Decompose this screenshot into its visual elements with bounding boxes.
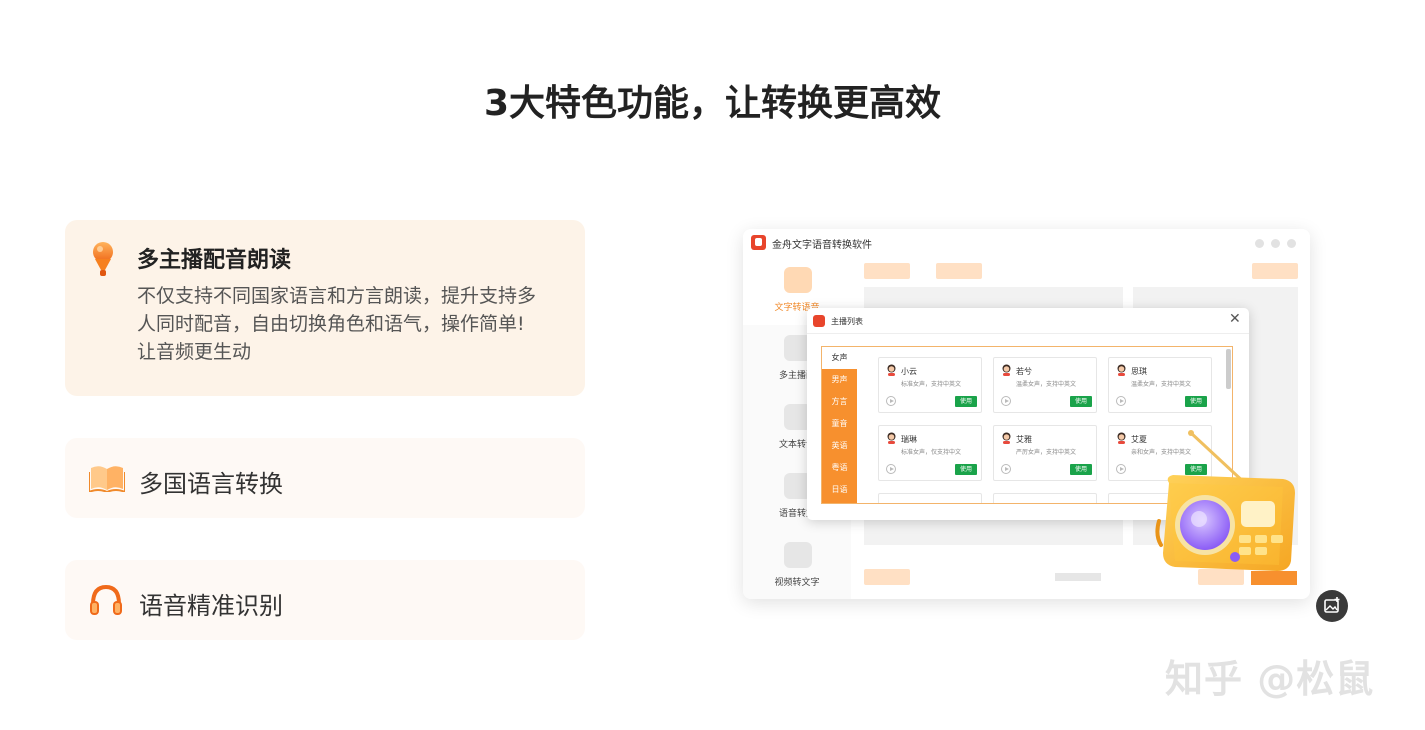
avatar-icon: [887, 364, 896, 376]
voice-name: 思琪: [1131, 367, 1147, 376]
app-logo-icon: [751, 235, 766, 250]
tab-dialect[interactable]: 方言: [822, 391, 857, 413]
app-logo-icon: [813, 315, 825, 327]
placeholder-button: [1252, 263, 1298, 279]
avatar-icon: [1117, 432, 1126, 444]
voice-card[interactable]: 瑞琳 标准女声，仅支持中文 使用: [878, 425, 982, 481]
voice-card[interactable]: 思琪 温柔女声，支持中英文 使用: [1108, 357, 1212, 413]
tab-male[interactable]: 男声: [822, 369, 857, 391]
voice-description: 温柔女声，支持中英文: [1131, 381, 1192, 388]
close-icon[interactable]: ✕: [1229, 311, 1241, 327]
image-icon: [1324, 597, 1340, 613]
play-icon[interactable]: [886, 396, 896, 406]
use-button[interactable]: 使用: [1070, 464, 1092, 475]
voice-description: 标准女声，仅支持中文: [901, 449, 962, 456]
book-icon: [89, 466, 125, 492]
avatar-icon: [1002, 364, 1011, 376]
voice-card[interactable]: 小云 标准女声，支持中英文 使用: [878, 357, 982, 413]
feature-title: 多国语言转换: [139, 470, 283, 498]
avatar-icon: [887, 432, 896, 444]
tab-english[interactable]: 英语: [822, 435, 857, 457]
headphones-icon: [90, 584, 122, 615]
play-icon[interactable]: [1116, 396, 1126, 406]
voice-card[interactable]: [878, 493, 982, 503]
page-title: 3大特色功能，让转换更高效: [483, 83, 942, 124]
feature-title: 语音精准识别: [139, 592, 283, 620]
sidebar-icon: [784, 542, 812, 568]
play-icon[interactable]: [886, 464, 896, 474]
microphone-icon: [93, 242, 113, 276]
minimize-button[interactable]: [1255, 239, 1264, 248]
play-icon[interactable]: [1116, 464, 1126, 474]
watermark: 知乎 @松鼠: [1165, 657, 1375, 701]
scrollbar[interactable]: [1226, 349, 1231, 389]
use-button[interactable]: 使用: [1185, 396, 1207, 407]
voice-name: 艾夏: [1131, 435, 1147, 444]
use-button[interactable]: 使用: [1070, 396, 1092, 407]
feature-description: 不仅支持不同国家语言和方言朗读，提升支持多人同时配音，自由切换角色和语气，操作简…: [137, 285, 537, 363]
placeholder-button: [864, 569, 910, 585]
sidebar-icon: [784, 267, 812, 293]
radio-icon: [1155, 430, 1297, 585]
tab-child[interactable]: 童音: [822, 413, 857, 435]
voice-description: 温柔女声，支持中英文: [1016, 381, 1077, 388]
close-button[interactable]: [1287, 239, 1296, 248]
image-expand-button[interactable]: [1316, 590, 1348, 622]
voice-card[interactable]: 若兮 温柔女声，支持中英文 使用: [993, 357, 1097, 413]
tab-japanese[interactable]: 日语: [822, 479, 857, 501]
dialog-title: 主播列表: [831, 317, 863, 326]
voice-description: 严厉女声，支持中英文: [1016, 449, 1077, 456]
placeholder-bar: [1055, 573, 1101, 581]
avatar-icon: [1002, 432, 1011, 444]
tab-cantonese[interactable]: 粤语: [822, 457, 857, 479]
feature-card-multi-language[interactable]: 多国语言转换: [65, 438, 585, 518]
sidebar-item-label: 视频转文字: [774, 578, 820, 588]
tab-more: [822, 501, 857, 503]
voice-card[interactable]: [993, 493, 1097, 503]
use-button[interactable]: 使用: [955, 396, 977, 407]
voice-description: 标准女声，支持中英文: [901, 381, 962, 388]
feature-card-speech-recognition[interactable]: 语音精准识别: [65, 560, 585, 640]
voice-name: 瑞琳: [901, 435, 917, 444]
voice-card[interactable]: 艾雅 严厉女声，支持中英文 使用: [993, 425, 1097, 481]
placeholder-button: [936, 263, 982, 279]
use-button[interactable]: 使用: [955, 464, 977, 475]
page: 3大特色功能，让转换更高效 多主播配音朗读 不仅支持不同国家语言和方言朗读，提升…: [0, 0, 1425, 730]
placeholder-button: [864, 263, 910, 279]
play-icon[interactable]: [1001, 464, 1011, 474]
app-titlebar: 金舟文字语音转换软件: [743, 229, 1310, 257]
tab-female[interactable]: 女声: [822, 347, 857, 369]
voice-name: 艾雅: [1016, 435, 1032, 444]
play-icon[interactable]: [1001, 396, 1011, 406]
divider: [807, 333, 1249, 334]
sidebar-item-video-to-text[interactable]: 视频转文字: [743, 532, 851, 599]
app-title: 金舟文字语音转换软件: [772, 240, 872, 251]
feature-card-multi-voice[interactable]: 多主播配音朗读 不仅支持不同国家语言和方言朗读，提升支持多人同时配音，自由切换角…: [65, 220, 585, 396]
voice-name: 小云: [901, 367, 917, 376]
voice-name: 若兮: [1016, 367, 1032, 376]
feature-title: 多主播配音朗读: [137, 248, 292, 273]
avatar-icon: [1117, 364, 1126, 376]
maximize-button[interactable]: [1271, 239, 1280, 248]
